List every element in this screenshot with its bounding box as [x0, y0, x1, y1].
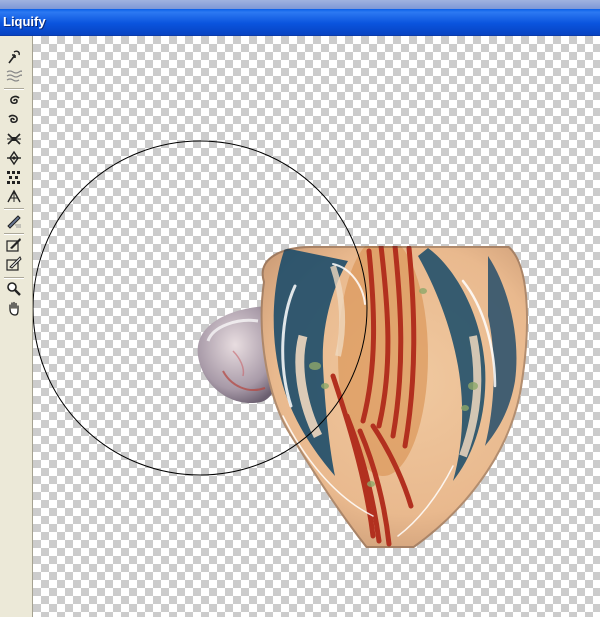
- twirl-counterclockwise-icon: [8, 114, 18, 124]
- turbulence-tool[interactable]: [4, 66, 24, 84]
- freeze-mask-tool[interactable]: [4, 236, 24, 254]
- bloat-tool[interactable]: [4, 149, 24, 167]
- canvas-artwork: [33, 140, 529, 548]
- pucker-tool[interactable]: [4, 130, 24, 148]
- shift-pixels-icon: [7, 171, 20, 184]
- pucker-icon: [7, 133, 21, 145]
- shift-pixels-tool[interactable]: [4, 168, 24, 186]
- hand-icon: [9, 301, 19, 316]
- thaw-mask-icon: [6, 256, 22, 271]
- forward-warp-tool[interactable]: [4, 48, 24, 66]
- forward-warp-icon: [8, 50, 20, 64]
- preview-canvas[interactable]: [33, 36, 600, 617]
- reflection-icon: [7, 189, 21, 203]
- magnifier-icon: [7, 282, 21, 296]
- freeze-mask-icon: [6, 238, 21, 252]
- title-bar[interactable]: Liquify: [0, 9, 600, 36]
- thaw-mask-tool[interactable]: [4, 255, 24, 273]
- reconstruct-icon: [7, 215, 21, 229]
- bloat-icon: [7, 150, 21, 166]
- twirl-counterclockwise-tool[interactable]: [4, 111, 24, 129]
- reflection-tool[interactable]: [4, 187, 24, 205]
- hand-tool[interactable]: [4, 299, 24, 317]
- turbulence-icon: [6, 70, 22, 82]
- reconstruct-tool[interactable]: [4, 212, 24, 230]
- window-title: Liquify: [3, 14, 46, 29]
- zoom-tool[interactable]: [4, 280, 24, 298]
- glass-heart: [260, 246, 529, 548]
- tools-panel: [0, 36, 33, 617]
- twirl-clockwise-tool[interactable]: [4, 92, 24, 110]
- twirl-clockwise-icon: [10, 95, 20, 105]
- parent-window-edge: [0, 0, 600, 9]
